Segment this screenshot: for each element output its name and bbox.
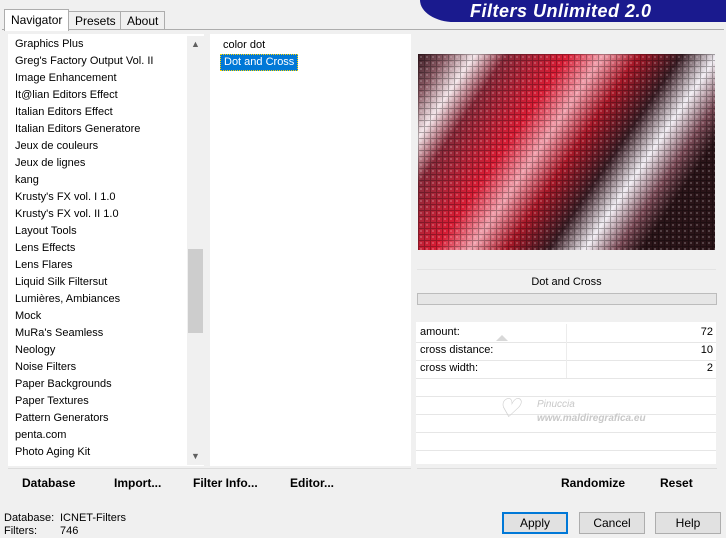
param-cross-distance[interactable]: cross distance: 10 xyxy=(416,342,716,361)
app-title: Filters Unlimited 2.0 xyxy=(470,1,652,21)
param-label: cross distance: xyxy=(420,344,494,356)
apply-button[interactable]: Apply xyxy=(502,512,568,534)
category-item[interactable]: Pattern Generators xyxy=(15,410,109,427)
category-item[interactable]: Photo Aging Kit xyxy=(15,444,90,461)
param-label: amount: xyxy=(420,326,460,338)
param-value: 72 xyxy=(700,326,713,338)
preview-filter-name: Dot and Cross xyxy=(417,269,716,294)
category-item[interactable]: Lens Flares xyxy=(15,257,72,274)
category-item[interactable]: Jeux de couleurs xyxy=(15,138,98,155)
category-item[interactable]: Jeux de lignes xyxy=(15,155,85,172)
category-item[interactable]: Liquid Silk Filtersut xyxy=(15,274,107,291)
category-item[interactable]: penta.com xyxy=(15,427,66,444)
param-value: 2 xyxy=(706,362,713,374)
category-item[interactable]: MuRa's Seamless xyxy=(15,325,103,342)
preview-image xyxy=(418,54,715,250)
randomize-button[interactable]: Randomize xyxy=(561,476,625,490)
scroll-down-icon[interactable]: ▼ xyxy=(187,448,204,465)
category-item[interactable]: Image Enhancement xyxy=(15,70,117,87)
category-item[interactable]: Paper Textures xyxy=(15,393,89,410)
category-item[interactable]: Mock xyxy=(15,308,41,325)
category-scrollbar[interactable]: ▲ ▼ xyxy=(187,36,204,465)
category-item[interactable]: Krusty's FX vol. II 1.0 xyxy=(15,206,119,223)
database-button[interactable]: Database xyxy=(22,476,75,490)
import-button[interactable]: Import... xyxy=(114,476,161,490)
reset-button[interactable]: Reset xyxy=(660,476,693,490)
editor-button[interactable]: Editor... xyxy=(290,476,334,490)
filter-item-color-dot[interactable]: color dot xyxy=(220,38,268,53)
category-item[interactable]: Krusty's FX vol. I 1.0 xyxy=(15,189,116,206)
category-item[interactable]: Italian Editors Effect xyxy=(15,104,113,121)
status-filters-value: 746 xyxy=(60,525,79,537)
category-item[interactable]: Lens Effects xyxy=(15,240,75,257)
filter-list[interactable]: color dot Dot and Cross xyxy=(210,34,411,466)
category-item[interactable]: Greg's Factory Output Vol. II xyxy=(15,53,153,70)
filter-item-dot-and-cross[interactable]: Dot and Cross xyxy=(220,54,299,71)
tab-presets[interactable]: Presets xyxy=(68,11,123,29)
progress-bar xyxy=(417,293,717,305)
scroll-thumb[interactable] xyxy=(188,249,203,333)
tab-about[interactable]: About xyxy=(120,11,166,29)
param-amount[interactable]: amount: 72 xyxy=(416,324,716,343)
category-item[interactable]: Italian Editors Generatore xyxy=(15,121,140,138)
category-item[interactable]: Noise Filters xyxy=(15,359,76,376)
slider-thumb-icon[interactable] xyxy=(496,335,508,341)
status-database-value: ICNET-Filters xyxy=(60,512,126,524)
category-item[interactable]: It@lian Editors Effect xyxy=(15,87,118,104)
filter-info-button[interactable]: Filter Info... xyxy=(193,476,258,490)
category-item[interactable]: Paper Backgrounds xyxy=(15,376,112,393)
category-item[interactable]: Lumières, Ambiances xyxy=(15,291,120,308)
category-item[interactable]: Layout Tools xyxy=(15,223,77,240)
tab-navigator[interactable]: Navigator xyxy=(4,9,70,31)
watermark: ♡ Pinuccia www.maldiregrafica.eu xyxy=(497,393,646,424)
watermark-heart-icon: ♡ xyxy=(497,393,521,423)
param-label: cross width: xyxy=(420,362,479,374)
category-item[interactable]: Graphics Plus xyxy=(15,36,83,53)
category-list[interactable]: Graphics Plus Greg's Factory Output Vol. … xyxy=(8,34,204,466)
scroll-up-icon[interactable]: ▲ xyxy=(187,36,204,53)
status-database-label: Database: xyxy=(4,512,55,524)
category-item[interactable]: kang xyxy=(15,172,39,189)
help-button[interactable]: Help xyxy=(655,512,721,534)
category-item[interactable]: Neology xyxy=(15,342,55,359)
tab-divider xyxy=(2,29,724,30)
status-filters-label: Filters: xyxy=(4,525,37,537)
param-value: 10 xyxy=(700,344,713,356)
cancel-button[interactable]: Cancel xyxy=(579,512,645,534)
param-cross-width[interactable]: cross width: 2 xyxy=(416,360,716,379)
